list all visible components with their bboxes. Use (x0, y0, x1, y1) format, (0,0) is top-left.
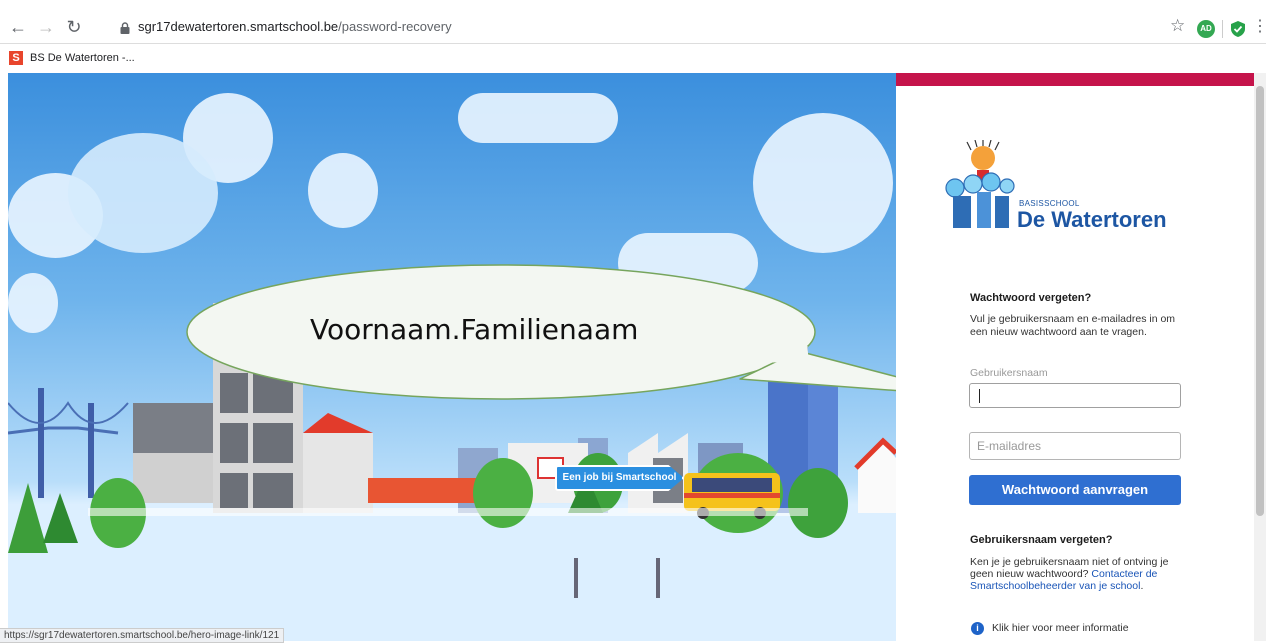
bookmark-item[interactable]: BS De Watertoren -... (30, 52, 135, 64)
toolbar-divider (1222, 20, 1223, 38)
password-forgot-text: Vul je gebruikersnaam en e-mailadres in … (970, 313, 1176, 338)
sign-pole (574, 558, 578, 598)
speech-bubble-text: Voornaam.Familienaam (310, 313, 639, 346)
brand-bar (896, 73, 1254, 86)
shield-extension-icon[interactable] (1230, 20, 1246, 38)
username-forgot-text: Ken je je gebruikersnaam niet of ontving… (970, 556, 1185, 592)
request-password-button[interactable]: Wachtwoord aanvragen (969, 475, 1181, 505)
school-name: De Watertoren (1017, 207, 1167, 232)
text-caret (979, 389, 980, 403)
more-info-link[interactable]: Klik hier voor meer informatie (992, 622, 1129, 634)
job-sign-link[interactable]: Een job bij Smartschool (555, 465, 684, 491)
lock-icon (120, 22, 130, 34)
sign-pole (656, 558, 660, 598)
hero-image[interactable]: Een job bij Smartschool (8, 73, 896, 641)
profile-avatar[interactable]: AD (1197, 20, 1215, 38)
info-icon[interactable]: i (971, 622, 984, 635)
username-input[interactable] (969, 383, 1181, 408)
school-logo-icon (945, 140, 1015, 228)
email-input[interactable]: E-mailadres (969, 432, 1181, 460)
url-path: /password-recovery (338, 19, 452, 34)
forward-arrow-icon[interactable]: → (34, 13, 58, 41)
bookmark-star-icon[interactable]: ☆ (1170, 16, 1185, 36)
period: . (1140, 580, 1144, 592)
top-strip (0, 0, 110, 10)
bookmarks-bar (0, 46, 1266, 72)
password-forgot-title: Wachtwoord vergeten? (970, 292, 1092, 304)
username-label: Gebruikersnaam (970, 367, 1048, 379)
toolbar-divider-line (0, 43, 1266, 44)
reload-icon[interactable]: ↻ (62, 13, 86, 41)
more-menu-icon[interactable]: ⋮ (1252, 16, 1266, 36)
scrollbar-thumb[interactable] (1256, 86, 1264, 516)
url-text[interactable]: sgr17dewatertoren.smartschool.be/passwor… (138, 19, 452, 34)
username-forgot-title: Gebruikersnaam vergeten? (970, 534, 1113, 546)
back-arrow-icon[interactable]: ← (6, 13, 30, 41)
url-host: sgr17dewatertoren.smartschool.be (138, 19, 339, 34)
smartschool-favicon-icon[interactable]: S (9, 51, 23, 65)
city-illustration (8, 264, 896, 553)
